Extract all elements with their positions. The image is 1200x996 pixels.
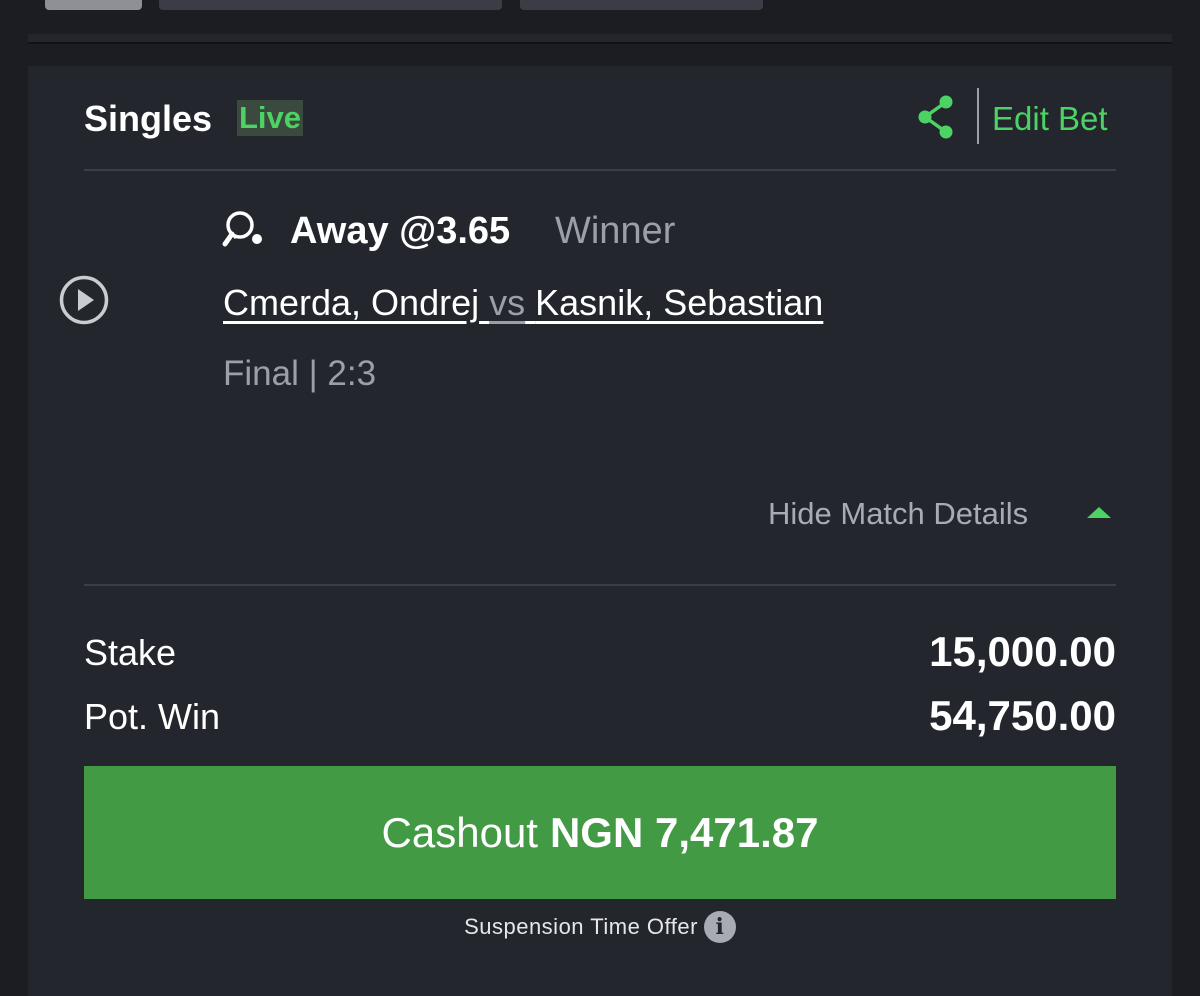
info-icon[interactable]: i [703, 911, 736, 943]
match-status: Final | 2:3 [223, 354, 377, 393]
cashout-amount: NGN 7,471.87 [549, 808, 819, 856]
caret-up-icon[interactable] [1087, 507, 1111, 518]
play-icon[interactable] [58, 274, 110, 326]
cashout-button[interactable]: Cashout NGN 7,471.87 [84, 766, 1116, 899]
table-tennis-icon [222, 211, 262, 247]
cashout-label: Cashout [381, 808, 538, 856]
potential-win-label: Pot. Win [84, 696, 221, 737]
away-team[interactable]: Kasnik, Sebastian [535, 282, 823, 323]
bet-header: Singles Live Edit Bet [84, 88, 1116, 144]
suspension-offer: Suspension Time Offer i [28, 911, 1172, 943]
live-badge: Live [237, 100, 304, 136]
header-separator [977, 88, 979, 144]
share-icon[interactable] [916, 94, 956, 140]
divider [84, 169, 1116, 171]
top-tab-active[interactable] [45, 0, 142, 10]
suspension-offer-text: Suspension Time Offer [464, 914, 698, 939]
top-tab[interactable] [520, 0, 763, 10]
edit-bet-button[interactable]: Edit Bet [992, 100, 1108, 138]
stake-label: Stake [84, 632, 177, 673]
market-name: Winner [555, 210, 676, 252]
stake-value: 15,000.00 [929, 628, 1116, 675]
divider [84, 584, 1116, 586]
hide-match-details-button[interactable]: Hide Match Details [768, 496, 1028, 532]
top-tab[interactable] [159, 0, 502, 10]
home-team[interactable]: Cmerda, Ondrej [223, 282, 479, 323]
potential-win-value: 54,750.00 [929, 692, 1116, 739]
bet-type-title: Singles [84, 98, 213, 139]
vs-label: vs [489, 282, 526, 323]
match-link[interactable]: Cmerda, Ondrej vs Kasnik, Sebastian [223, 282, 823, 324]
top-divider [28, 34, 1172, 44]
selection-odds: Away @3.65 [290, 210, 511, 252]
bet-card: Singles Live Edit Bet Away @3.65 Winner … [28, 66, 1172, 996]
